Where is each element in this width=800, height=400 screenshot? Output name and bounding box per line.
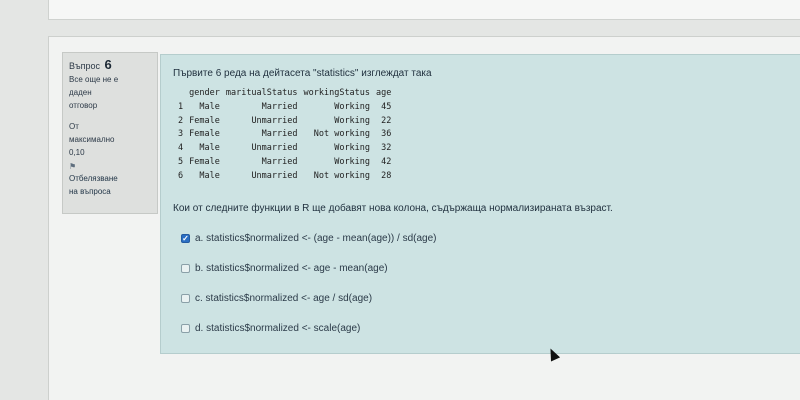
answer-label-d[interactable]: d. statistics$normalized <- scale(age) <box>195 323 360 334</box>
question-intro: Първите 6 реда на дейтасета "statistics"… <box>173 68 432 79</box>
answer-checkbox-c[interactable] <box>181 294 190 304</box>
answer-option-a[interactable]: ✓ a. statistics$normalized <- (age - mea… <box>181 232 800 246</box>
answer-option-d[interactable]: d. statistics$normalized <- scale(age) <box>181 322 800 336</box>
table-row: 5 Female Married Working 42 <box>175 156 394 170</box>
answer-option-c[interactable]: c. statistics$normalized <- age / sd(age… <box>181 292 800 306</box>
table-cell: Male <box>199 170 220 181</box>
table-row: 6 Male Unmarried Not working 28 <box>175 170 394 184</box>
table-header: workingStatus <box>303 88 371 98</box>
answer-checkbox-b[interactable] <box>181 264 190 274</box>
table-cell: Not working <box>313 129 371 140</box>
question-info-panel: Въпрос 6 Все още не е даден отговор От м… <box>62 52 158 214</box>
table-cell: Married <box>261 129 298 140</box>
answer-label-b[interactable]: b. statistics$normalized <- age - mean(a… <box>195 263 388 274</box>
table-cell: 36 <box>381 129 392 140</box>
table-cell: Working <box>334 115 371 126</box>
table-cell: 3 <box>178 129 184 140</box>
question-label: Въпрос <box>69 61 101 71</box>
status-line-1: Все още не е <box>69 75 119 84</box>
table-cell: Unmarried <box>251 170 298 181</box>
flag-question-link[interactable]: Отбелязване на въпроса <box>69 172 151 198</box>
table-row: 2 Female Unmarried Working 22 <box>175 115 394 129</box>
table-cell: Married <box>261 101 298 112</box>
answer-label-a[interactable]: a. statistics$normalized <- (age - mean(… <box>195 233 437 244</box>
table-cell: 32 <box>381 143 392 154</box>
table-cell: Female <box>189 156 220 167</box>
table-row: 4 Male Unmarried Working 32 <box>175 142 394 156</box>
table-cell: Working <box>334 156 371 167</box>
answer-checkbox-a[interactable]: ✓ <box>181 233 190 244</box>
table-header: gender <box>189 88 220 98</box>
table-header-row: gender maritualStatus workingStatus age <box>175 87 394 101</box>
table-header: maritualStatus <box>225 88 298 98</box>
marks-line-3: 0,10 <box>69 148 85 157</box>
table-cell: 22 <box>381 115 392 126</box>
answer-option-b[interactable]: b. statistics$normalized <- age - mean(a… <box>181 262 800 276</box>
table-header: age <box>376 88 392 98</box>
table-row: 1 Male Married Working 45 <box>175 101 394 115</box>
table-cell: 2 <box>178 115 184 126</box>
table-cell: Working <box>334 143 371 154</box>
status-line-2: даден <box>69 88 92 97</box>
table-cell: Male <box>199 143 220 154</box>
table-cell: Married <box>261 156 298 167</box>
question-label-row: Въпрос 6 <box>69 58 151 73</box>
table-cell: Working <box>334 101 371 112</box>
checkmark-icon: ✓ <box>182 233 189 243</box>
question-number: 6 <box>104 57 112 72</box>
flag-link-line-2[interactable]: на въпроса <box>69 185 151 198</box>
flag-link-line-1[interactable]: Отбелязване <box>69 172 151 185</box>
table-header-index <box>175 87 186 101</box>
question-prompt: Кои от следните функции в R ще добавят н… <box>173 202 613 214</box>
table-cell: 1 <box>178 101 184 112</box>
answer-checkbox-d[interactable] <box>181 324 190 334</box>
table-cell: 28 <box>381 170 392 181</box>
marks-line-1: От <box>69 122 79 131</box>
table-cell: 6 <box>178 170 184 181</box>
table-cell: 42 <box>381 156 392 167</box>
table-cell: Male <box>199 101 220 112</box>
table-cell: Female <box>189 115 220 126</box>
marks-line-2: максимално <box>69 135 115 144</box>
question-content: Първите 6 реда на дейтасета "statistics"… <box>160 54 800 354</box>
table-row: 3 Female Married Not working 36 <box>175 128 394 142</box>
table-cell: 4 <box>178 143 184 154</box>
table-cell: 5 <box>178 156 184 167</box>
table-cell: Unmarried <box>251 115 298 126</box>
top-card <box>48 0 800 20</box>
flag-icon[interactable]: ⚑ <box>69 161 151 172</box>
table-cell: Unmarried <box>251 143 298 154</box>
table-cell: Not working <box>313 170 371 181</box>
table-cell: Female <box>189 129 220 140</box>
status-line-3: отговор <box>69 101 98 110</box>
table-cell: 45 <box>381 101 392 112</box>
answer-options: ✓ a. statistics$normalized <- (age - mea… <box>181 232 800 336</box>
data-table: gender maritualStatus workingStatus age … <box>175 87 394 184</box>
answer-label-c[interactable]: c. statistics$normalized <- age / sd(age… <box>195 293 372 304</box>
